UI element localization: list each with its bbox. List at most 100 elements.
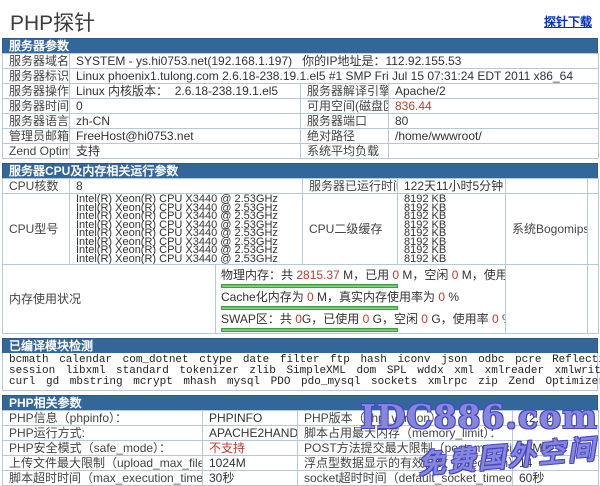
- row-label: CPU二级缓存: [303, 194, 398, 265]
- table-row: Zend Optimizer支持系统平均负载: [3, 144, 599, 159]
- memory-usage-bar: [221, 284, 398, 288]
- row-label: 服务器时间: [3, 99, 70, 114]
- row-label: 服务器域名/IP地址: [3, 54, 70, 69]
- modules-line: curl gd mbstring mcrypt mhash mysql PDO …: [9, 377, 591, 388]
- row-value: 30秒: [203, 471, 298, 486]
- row-value: 支持: [70, 144, 301, 159]
- php-table-body: PHP信息（phpinfo）：PHPINFOPHP版本（php_version）…: [3, 411, 599, 486]
- row-value: SYSTEM - ys.hi0753.net(192.168.1.197) 你的…: [70, 54, 599, 69]
- row-value: 8: [70, 179, 303, 194]
- table-row: PHP安全模式（safe_mode）：不支持POST方法提交最大限制（post_…: [3, 441, 599, 456]
- probe-download-link[interactable]: 探针下载: [544, 13, 592, 30]
- memory-usage-text: 物理内存：共 2815.37 M，已用 0 M，空闲 0 M，使用率 0: [221, 269, 505, 282]
- server-table-body: 服务器域名/IP地址SYSTEM - ys.hi0753.net(192.168…: [3, 54, 599, 159]
- row-label: 服务器解译引擎: [301, 84, 389, 99]
- memory-usage-block: Cache化内存为 0 M，真实内存使用率为 0 %: [221, 291, 505, 310]
- table-row: 上传文件最大限制（upload_max_filesize）：1024M浮点型数据…: [3, 456, 599, 471]
- memory-usage-block: SWAP区：共 0G，已使用 0 G，空闲 0 G，使用率 0 %: [221, 313, 505, 332]
- row-value: 836.44: [389, 99, 599, 114]
- row-label: 内存使用状况: [3, 265, 216, 334]
- php-table: PHP信息（phpinfo）：PHPINFOPHP版本（php_version）…: [2, 410, 599, 486]
- row-label: 脚本超时时间（max_execution_time）：: [3, 471, 203, 486]
- row-value: Linux phoenix1.tulong.com 2.6.18-238.19.…: [70, 69, 599, 84]
- row-value: [513, 426, 599, 441]
- cpu-table: CPU核数8服务器已运行时间122天11小时5分钟CPU型号Intel(R) X…: [2, 178, 599, 265]
- empty-cell: [588, 179, 599, 194]
- section-modules: 已编译模块检测 bcmath calendar com_dotnet ctype…: [0, 338, 600, 391]
- cpu-l2cache-list: 8192 KB8192 KB8192 KB8192 KB8192 KB8192 …: [404, 194, 503, 264]
- row-label: 服务器端口: [301, 114, 389, 129]
- table-row: 服务器标识Linux phoenix1.tulong.com 2.6.18-23…: [3, 69, 599, 84]
- memory-usage-bar: [221, 306, 398, 310]
- empty-cell: [506, 179, 588, 194]
- empty-cell: [588, 265, 599, 334]
- row-value: [389, 144, 599, 159]
- section-php-params: PHP相关参数 PHP信息（phpinfo）：PHPINFOPHP版本（php_…: [0, 395, 600, 486]
- row-label: 服务器语言: [3, 114, 70, 129]
- memory-usage-text: SWAP区：共 0G，已使用 0 G，空闲 0 G，使用率 0 %: [221, 313, 505, 326]
- row-label: PHP安全模式（safe_mode）：: [3, 441, 203, 456]
- table-row: 服务器域名/IP地址SYSTEM - ys.hi0753.net(192.168…: [3, 54, 599, 69]
- row-label: socket超时时间（default_socket_timeout）：: [298, 471, 513, 486]
- row-value: 不支持: [203, 441, 298, 456]
- row-label: 管理员邮箱: [3, 129, 70, 144]
- row-label: 绝对路径: [301, 129, 389, 144]
- row-value: 1024M: [203, 456, 298, 471]
- table-row: CPU型号Intel(R) Xeon(R) CPU X3440 @ 2.53GH…: [3, 194, 599, 265]
- memory-table-body: 内存使用状况物理内存：共 2815.37 M，已用 0 M，空闲 0 M，使用率…: [3, 265, 599, 334]
- table-row: 服务器时间0可用空间(磁盘区)836.44: [3, 99, 599, 114]
- row-label: POST方法提交最大限制（post_max_size）：: [298, 441, 513, 456]
- cpu-model-list: Intel(R) Xeon(R) CPU X3440 @ 2.53GHzInte…: [70, 194, 303, 265]
- memory-table: 内存使用状况物理内存：共 2815.37 M，已用 0 M，空闲 0 M，使用率…: [2, 264, 599, 334]
- row-value: 60秒: [513, 471, 599, 486]
- row-label: CPU核数: [3, 179, 70, 194]
- row-value: 122天11小时5分钟: [398, 179, 506, 194]
- row-label: 脚本占用最大内存（memory_limit）：: [298, 426, 513, 441]
- row-value: 5.2.12: [513, 411, 599, 426]
- row-value: Linux 内核版本： 2.6.18-238.19.1.el5: [70, 84, 301, 99]
- row-label: PHP版本（php_version）：: [298, 411, 513, 426]
- row-value: /home/wwwroot/: [389, 129, 599, 144]
- row-label: 系统Bogomips: [506, 194, 588, 265]
- table-row: 服务器语言zh-CN服务器端口80: [3, 114, 599, 129]
- row-label: 浮点型数据显示的有效位数（precision）：: [298, 456, 513, 471]
- section-header-server-params: 服务器参数: [2, 38, 598, 53]
- modules-list: bcmath calendar com_dotnet ctype date fi…: [2, 353, 598, 391]
- row-value: zh-CN: [70, 114, 301, 129]
- memory-usage-block: 物理内存：共 2815.37 M，已用 0 M，空闲 0 M，使用率 0: [221, 269, 505, 288]
- table-row: 管理员邮箱FreeHost@hi0753.net绝对路径/home/wwwroo…: [3, 129, 599, 144]
- row-label: 服务器标识: [3, 69, 70, 84]
- row-label: PHP运行方式:: [3, 426, 203, 441]
- title-bar: PHP探针 探针下载: [0, 0, 600, 38]
- section-header-cpu-memory: 服务器CPU及内存相关运行参数: [2, 163, 598, 178]
- row-value: 0: [70, 99, 301, 114]
- row-value: APACHE2HANDLER: [203, 426, 298, 441]
- cpu-table-body: CPU核数8服务器已运行时间122天11小时5分钟CPU型号Intel(R) X…: [3, 179, 599, 265]
- row-label: PHP信息（phpinfo）：: [3, 411, 203, 426]
- row-label: 服务器已运行时间: [303, 179, 398, 194]
- memory-usage-cell: 物理内存：共 2815.37 M，已用 0 M，空闲 0 M，使用率 0 Cach…: [216, 265, 506, 334]
- row-label: 上传文件最大限制（upload_max_filesize）：: [3, 456, 203, 471]
- row-value: 80: [389, 114, 599, 129]
- row-value: Apache/2: [389, 84, 599, 99]
- row-label: Zend Optimizer: [3, 144, 70, 159]
- page-title: PHP探针: [0, 0, 95, 37]
- memory-usage-bar: [221, 328, 398, 332]
- table-row: 内存使用状况物理内存：共 2815.37 M，已用 0 M，空闲 0 M，使用率…: [3, 265, 599, 334]
- row-value: 14: [513, 456, 599, 471]
- row-value: FreeHost@hi0753.net: [70, 129, 301, 144]
- row-label: 系统平均负载: [301, 144, 389, 159]
- section-server-params: 服务器参数 服务器域名/IP地址SYSTEM - ys.hi0753.net(1…: [0, 38, 600, 159]
- row-label: 服务器操作系统: [3, 84, 70, 99]
- section-header-php-params: PHP相关参数: [2, 395, 598, 410]
- cpu-l2cache-list: 8192 KB8192 KB8192 KB8192 KB8192 KB8192 …: [398, 194, 506, 265]
- server-table: 服务器域名/IP地址SYSTEM - ys.hi0753.net(192.168…: [2, 53, 599, 159]
- empty-cell: [506, 265, 588, 334]
- table-row: CPU核数8服务器已运行时间122天11小时5分钟: [3, 179, 599, 194]
- table-row: 脚本超时时间（max_execution_time）：30秒socket超时时间…: [3, 471, 599, 486]
- section-header-modules: 已编译模块检测: [2, 338, 598, 353]
- row-label: 可用空间(磁盘区): [301, 99, 389, 114]
- row-value: 32M: [513, 441, 599, 456]
- section-cpu-memory: 服务器CPU及内存相关运行参数 CPU核数8服务器已运行时间122天11小时5分…: [0, 163, 600, 334]
- phpinfo-link[interactable]: PHPINFO: [203, 411, 298, 426]
